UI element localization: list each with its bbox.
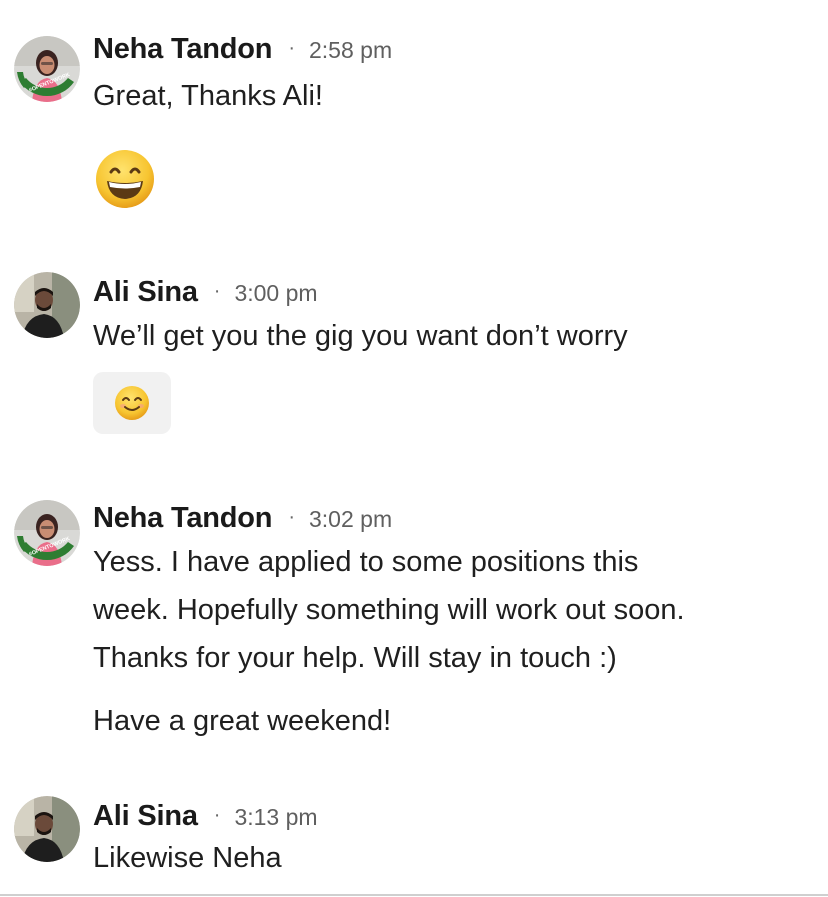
message-header: Neha Tandon · 3:02 pm — [93, 502, 392, 535]
sender-name[interactable]: Neha Tandon — [93, 502, 273, 535]
separator-dot: · — [288, 37, 295, 59]
profile-photo-icon — [14, 796, 80, 862]
message-header: Neha Tandon · 2:58 pm — [93, 33, 392, 66]
profile-photo-opentowork-icon: #OPENTOWORK — [14, 36, 80, 102]
sender-name[interactable]: Ali Sina — [93, 276, 198, 309]
grinning-face-with-smiling-eyes-icon — [94, 148, 156, 210]
profile-photo-icon — [14, 272, 80, 338]
avatar-ali[interactable] — [14, 272, 80, 338]
avatar-neha[interactable]: #OPENTOWORK — [14, 36, 80, 102]
divider — [0, 894, 828, 896]
message-line: Yess. I have applied to some positions t… — [93, 546, 639, 578]
message-text: Likewise Neha — [93, 842, 282, 874]
message-text: Have a great weekend! — [93, 705, 392, 737]
message-timestamp: 3:00 pm — [234, 280, 318, 306]
message-text: Great, Thanks Ali! — [93, 80, 323, 112]
sender-name[interactable]: Ali Sina — [93, 800, 198, 833]
avatar-neha[interactable]: #OPENTOWORK — [14, 500, 80, 566]
message-line: Thanks for your help. Will stay in touch… — [93, 642, 617, 674]
profile-photo-opentowork-icon: #OPENTOWORK — [14, 500, 80, 566]
message-text: We’ll get you the gig you want don’t wor… — [93, 320, 628, 352]
avatar-ali[interactable] — [14, 796, 80, 862]
message-timestamp: 3:02 pm — [309, 506, 393, 532]
smiling-face-with-smiling-eyes-icon — [115, 386, 149, 420]
message-timestamp: 3:13 pm — [234, 804, 318, 830]
reaction-chip[interactable] — [93, 372, 171, 434]
separator-dot: · — [213, 804, 221, 826]
message-timestamp: 2:58 pm — [309, 37, 393, 63]
message-header: Ali Sina · 3:00 pm — [93, 276, 318, 309]
message-line: week. Hopefully something will work out … — [93, 594, 685, 626]
sender-name[interactable]: Neha Tandon — [93, 33, 273, 66]
separator-dot: · — [288, 506, 295, 528]
message-header: Ali Sina · 3:13 pm — [93, 800, 318, 833]
separator-dot: · — [213, 280, 221, 302]
message-text: Yess. I have applied to some positions t… — [93, 538, 685, 682]
